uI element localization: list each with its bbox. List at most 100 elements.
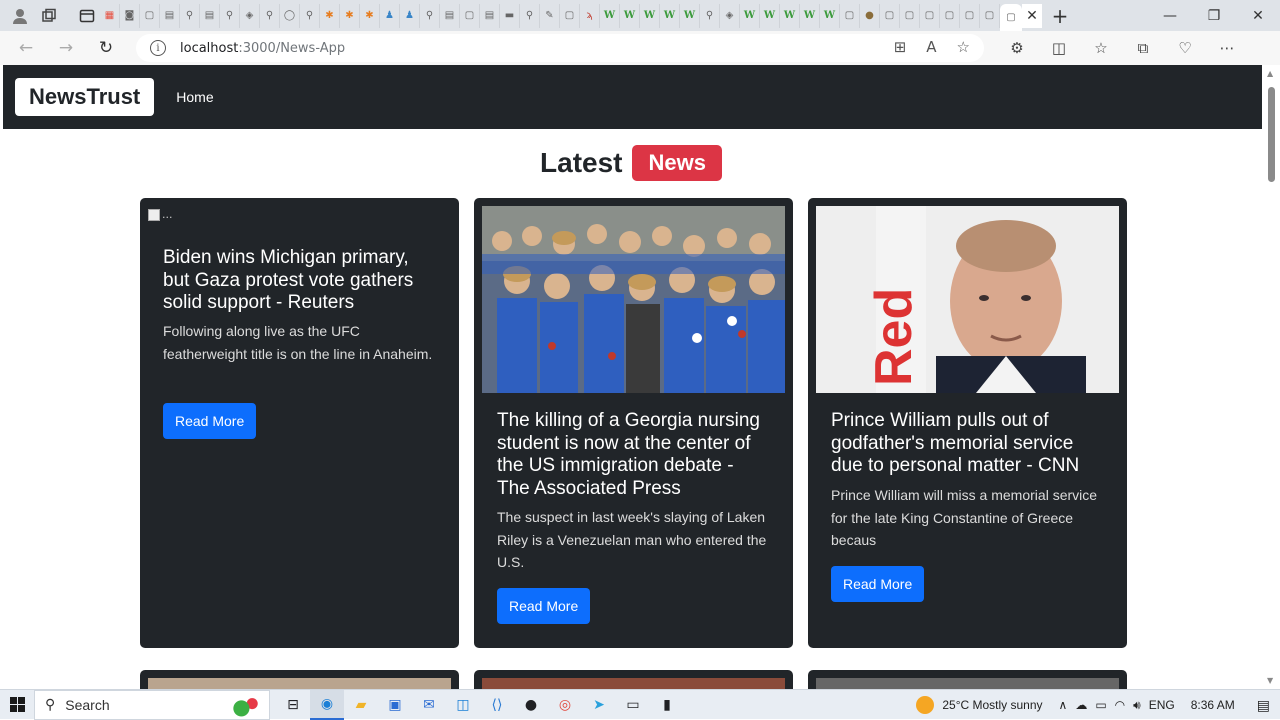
battery-icon[interactable]: ▭ xyxy=(1095,698,1106,712)
tab[interactable]: ♟ xyxy=(380,3,400,28)
remote-desktop-icon[interactable]: ▭ xyxy=(616,690,650,720)
refresh-icon[interactable]: ↻ xyxy=(86,31,126,65)
close-window-icon[interactable]: ✕ xyxy=(1236,0,1280,31)
tab[interactable]: ▢ xyxy=(840,3,860,28)
restore-icon[interactable]: ❐ xyxy=(1192,0,1236,31)
clock[interactable]: 8:36 AM xyxy=(1191,698,1235,712)
tab[interactable]: ▤ xyxy=(480,3,500,28)
tab[interactable]: W xyxy=(740,3,760,28)
outlook-icon[interactable]: ◫ xyxy=(446,690,480,720)
tab[interactable]: ▢ xyxy=(960,3,980,28)
url-field[interactable]: i localhost:3000/News-App ⊞ A ☆ xyxy=(136,34,984,62)
read-more-button[interactable]: Read More xyxy=(831,566,925,602)
tab[interactable]: ▢ xyxy=(980,3,1000,28)
tab[interactable]: ⚲ xyxy=(420,3,440,28)
tab-active[interactable]: ▢ xyxy=(1000,4,1022,31)
tab[interactable]: W xyxy=(600,3,620,28)
tab[interactable]: ▢ xyxy=(460,3,480,28)
favorite-star-icon[interactable]: ☆ xyxy=(957,38,970,56)
tab[interactable]: ◈ xyxy=(240,3,260,28)
cloud-icon[interactable]: ☁ xyxy=(1075,698,1087,712)
tab[interactable]: ⚲ xyxy=(520,3,540,28)
mail-icon[interactable]: ✉ xyxy=(412,690,446,720)
read-aloud-icon[interactable]: A xyxy=(926,38,936,56)
profile-icon[interactable] xyxy=(0,0,40,31)
brand-logo[interactable]: NewsTrust xyxy=(15,78,155,116)
chrome-icon[interactable]: ◎ xyxy=(548,690,582,720)
tab[interactable]: ◙ xyxy=(120,3,140,28)
split-screen-icon[interactable]: ◫ xyxy=(1038,34,1080,62)
weather-text[interactable]: 25°C Mostly sunny xyxy=(942,698,1042,712)
tab[interactable]: ▢ xyxy=(940,3,960,28)
tab[interactable]: ⚲ xyxy=(300,3,320,28)
tab[interactable]: ⚲ xyxy=(180,3,200,28)
tab[interactable]: ✱ xyxy=(360,3,380,28)
scroll-thumb[interactable] xyxy=(1268,87,1275,182)
terminal-icon[interactable]: ▮ xyxy=(650,690,684,720)
tab[interactable]: ▤ xyxy=(440,3,460,28)
tab[interactable]: ▢ xyxy=(920,3,940,28)
vscode-icon[interactable]: ⟨⟩ xyxy=(480,690,514,720)
scroll-down-icon[interactable]: ▼ xyxy=(1267,676,1273,685)
read-more-button[interactable]: Read More xyxy=(497,588,591,624)
tab[interactable]: ▤ xyxy=(200,3,220,28)
tab[interactable]: ▬ xyxy=(500,3,520,28)
tab[interactable]: ⚲ xyxy=(220,3,240,28)
tab[interactable]: ✱ xyxy=(320,3,340,28)
tab[interactable]: ▤ xyxy=(160,3,180,28)
store-icon[interactable]: ▣ xyxy=(378,690,412,720)
page-scrollbar[interactable]: ▲ ▼ xyxy=(1263,65,1280,689)
browser-essentials-icon[interactable]: ♡ xyxy=(1164,34,1206,62)
tab[interactable]: W xyxy=(620,3,640,28)
chevron-up-icon[interactable]: ∧ xyxy=(1059,698,1068,712)
tab[interactable]: W xyxy=(800,3,820,28)
github-icon[interactable]: ● xyxy=(514,690,548,720)
tab[interactable]: W xyxy=(680,3,700,28)
site-info-icon[interactable]: i xyxy=(150,40,166,56)
tab[interactable]: ⚲ xyxy=(260,3,280,28)
tab[interactable]: ▢ xyxy=(560,3,580,28)
workspaces-icon[interactable] xyxy=(40,7,58,25)
tab[interactable]: W xyxy=(780,3,800,28)
more-menu-icon[interactable]: ⋯ xyxy=(1206,34,1248,62)
nav-home-link[interactable]: Home xyxy=(176,89,213,105)
tab[interactable]: ϡ xyxy=(580,3,600,28)
tab[interactable]: W xyxy=(820,3,840,28)
tab[interactable]: ◈ xyxy=(720,3,740,28)
tab[interactable]: ⚲ xyxy=(700,3,720,28)
scroll-up-icon[interactable]: ▲ xyxy=(1267,69,1273,78)
speaker-icon[interactable]: 🔊︎ xyxy=(1133,698,1141,713)
back-icon[interactable]: ← xyxy=(6,31,46,65)
telegram-icon[interactable]: ➤ xyxy=(582,690,616,720)
favorites-icon[interactable]: ☆ xyxy=(1080,34,1122,62)
start-button[interactable] xyxy=(0,690,34,720)
edge-browser-icon[interactable]: ◉ xyxy=(310,689,344,720)
tab[interactable]: W xyxy=(640,3,660,28)
tab[interactable]: ♟ xyxy=(400,3,420,28)
wifi-icon[interactable]: ◠ xyxy=(1115,698,1125,712)
tab[interactable]: ▢ xyxy=(140,3,160,28)
tab[interactable]: ▢ xyxy=(880,3,900,28)
app-available-icon[interactable]: ⊞ xyxy=(894,38,907,56)
forward-icon[interactable]: → xyxy=(46,31,86,65)
language-indicator[interactable]: ENG xyxy=(1149,698,1175,712)
widgets-icon[interactable]: ⊟ xyxy=(276,690,310,720)
tab[interactable]: W xyxy=(660,3,680,28)
file-explorer-icon[interactable]: ▰ xyxy=(344,690,378,720)
new-tab-button[interactable]: + xyxy=(1046,2,1074,30)
taskbar-search[interactable]: ⚲ Search xyxy=(34,689,270,720)
tab[interactable]: ✱ xyxy=(340,3,360,28)
tab[interactable]: ● xyxy=(860,3,880,28)
extensions-icon[interactable]: ⚙ xyxy=(996,34,1038,62)
read-more-button[interactable]: Read More xyxy=(163,403,257,439)
tab[interactable]: W xyxy=(760,3,780,28)
close-tab-icon[interactable]: ✕ xyxy=(1022,3,1042,28)
tab-actions-icon[interactable] xyxy=(78,7,96,25)
minimize-icon[interactable]: — xyxy=(1148,0,1192,31)
tab[interactable]: ◯ xyxy=(280,3,300,28)
notifications-icon[interactable]: ▤ xyxy=(1257,697,1270,714)
tab[interactable]: ▢ xyxy=(900,3,920,28)
tab[interactable]: ✎ xyxy=(540,3,560,28)
collections-icon[interactable]: ⧉ xyxy=(1122,34,1164,62)
tab[interactable]: ▦ xyxy=(100,3,120,28)
